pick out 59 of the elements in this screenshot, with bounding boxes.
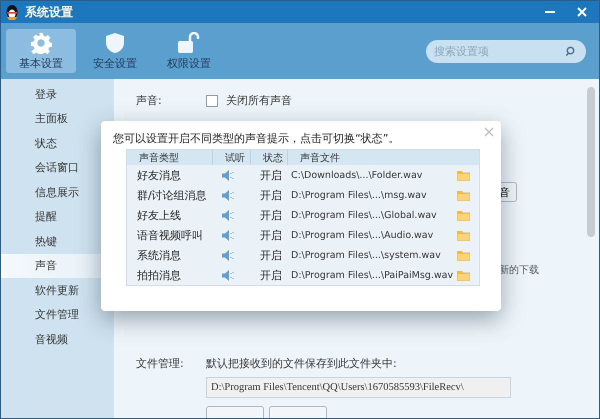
table-cell-text: D:\Program Files\...\system.wav — [290, 250, 442, 260]
status-toggle[interactable]: 开启 — [250, 188, 287, 202]
column-header: 声音类型 — [138, 152, 180, 165]
path-field[interactable]: D:\Program Files\Tencent\QQ\Users\1670585593\FileRecv\ — [206, 377, 511, 398]
search-icon[interactable] — [565, 46, 576, 56]
checkbox-label: 关闭所有声音 — [226, 93, 292, 108]
speaker-icon[interactable] — [222, 190, 234, 200]
table-cell-text: D:\Program Files\...\PaiPaiMsg.wav — [290, 270, 454, 280]
speaker-icon[interactable] — [222, 250, 234, 260]
column-header: 试听 — [212, 150, 250, 165]
folder-icon[interactable] — [457, 210, 470, 220]
speaker-icon[interactable] — [222, 270, 234, 280]
folder-icon[interactable] — [457, 230, 470, 240]
file-management-label: 文件管理: — [136, 356, 185, 371]
tab[interactable]: 权限设置 — [154, 29, 224, 73]
minimize-icon — [545, 10, 555, 14]
status-toggle[interactable]: 开启 — [250, 228, 287, 242]
status-toggle[interactable]: 开启 — [250, 208, 287, 222]
description-text: 默认把接收到的文件保存到此文件夹中: — [206, 356, 397, 371]
folder-icon[interactable] — [457, 170, 470, 180]
speaker-icon[interactable] — [222, 210, 234, 220]
table-cell-text: 语音视频呼叫 — [136, 228, 204, 242]
table-cell-text: C:\Downloads\...\Folder.wav — [290, 170, 424, 180]
penguin-icon — [5, 4, 19, 20]
sidebar-item[interactable]: 文件管理 — [1, 302, 114, 327]
tab[interactable]: 基本设置 — [6, 29, 76, 73]
open-lock-icon — [177, 32, 201, 54]
search-field[interactable]: 搜索设置项 — [426, 40, 586, 62]
folder-icon[interactable] — [457, 250, 470, 260]
gear-icon — [30, 32, 52, 54]
sidebar-item[interactable]: 登录 — [1, 82, 114, 106]
shield-icon — [105, 32, 125, 54]
table-cell-text: 好友消息 — [136, 168, 182, 182]
status-toggle[interactable]: 开启 — [250, 168, 287, 182]
dialog-message: 您可以设置开启不同类型的声音提示，点击可切换“状态”。 — [113, 131, 400, 146]
table-cell-text: D:\Program Files\...\Global.wav — [290, 210, 438, 220]
window-title: 系统设置 — [25, 4, 74, 20]
table-cell-text: 群/讨论组消息 — [136, 188, 208, 202]
status-toggle[interactable]: 开启 — [250, 268, 287, 282]
table-cell-text: 系统消息 — [136, 248, 182, 262]
table-cell-text: D:\Program Files\...\msg.wav — [290, 190, 428, 200]
close-icon — [484, 127, 494, 137]
table-cell-text: 拍拍消息 — [136, 268, 182, 282]
table-cell-text: D:\Program Files\...\Audio.wav — [290, 230, 434, 240]
speaker-icon[interactable] — [222, 170, 234, 180]
sidebar-item[interactable]: 音视频 — [1, 327, 114, 352]
checkbox[interactable] — [206, 94, 218, 106]
column-header: 声音文件 — [287, 150, 479, 165]
table-cell-text: 好友上线 — [136, 208, 182, 222]
column-header: 状态 — [250, 150, 287, 165]
scrollbar-thumb[interactable] — [587, 87, 595, 237]
sidebar-item[interactable]: 主面板 — [1, 106, 114, 131]
status-toggle[interactable]: 开启 — [250, 248, 287, 262]
sound-label: 声音: — [136, 93, 163, 108]
tab[interactable]: 安全设置 — [80, 29, 150, 73]
close-icon — [577, 7, 587, 17]
speaker-icon[interactable] — [222, 230, 234, 240]
folder-icon[interactable] — [457, 270, 470, 280]
folder-icon[interactable] — [457, 190, 470, 200]
